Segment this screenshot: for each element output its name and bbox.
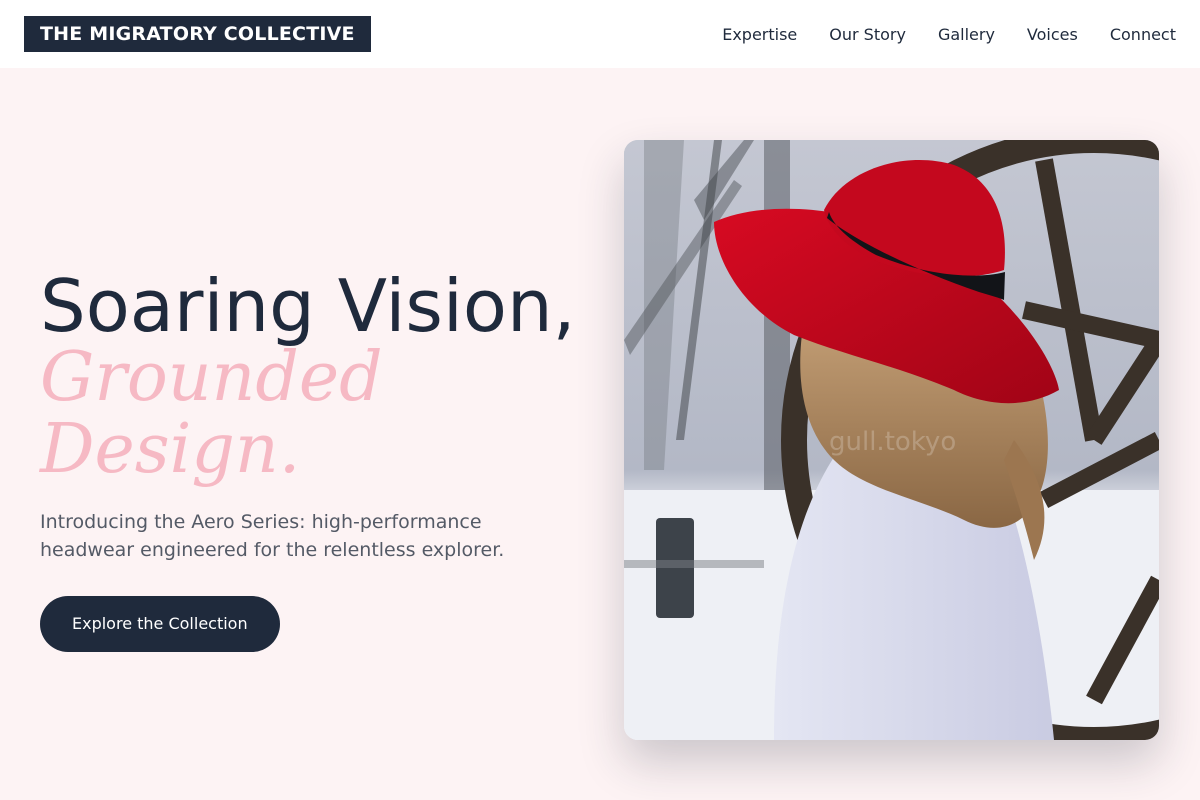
nav-link-expertise[interactable]: Expertise	[722, 25, 797, 44]
svg-text:gull.tokyo: gull.tokyo	[829, 427, 956, 457]
hero-subtitle: Grounded Design.	[40, 338, 383, 489]
main-nav: Expertise Our Story Gallery Voices Conne…	[722, 25, 1176, 44]
explore-collection-button[interactable]: Explore the Collection	[40, 596, 280, 652]
hero-photo: gull.tokyo	[624, 140, 1159, 740]
brand-logo[interactable]: THE MIGRATORY COLLECTIVE	[24, 16, 371, 52]
hero-photo-illustration: gull.tokyo	[624, 140, 1159, 740]
nav-link-voices[interactable]: Voices	[1027, 25, 1078, 44]
nav-link-gallery[interactable]: Gallery	[938, 25, 995, 44]
nav-link-connect[interactable]: Connect	[1110, 25, 1176, 44]
nav-link-our-story[interactable]: Our Story	[829, 25, 906, 44]
site-header: THE MIGRATORY COLLECTIVE Expertise Our S…	[0, 0, 1200, 68]
hero-intro: Introducing the Aero Series: high-perfor…	[40, 511, 505, 561]
hero-title: Soaring Vision,	[40, 264, 576, 348]
hero-text: Soaring Vision, Grounded Design. Introdu…	[40, 266, 600, 652]
